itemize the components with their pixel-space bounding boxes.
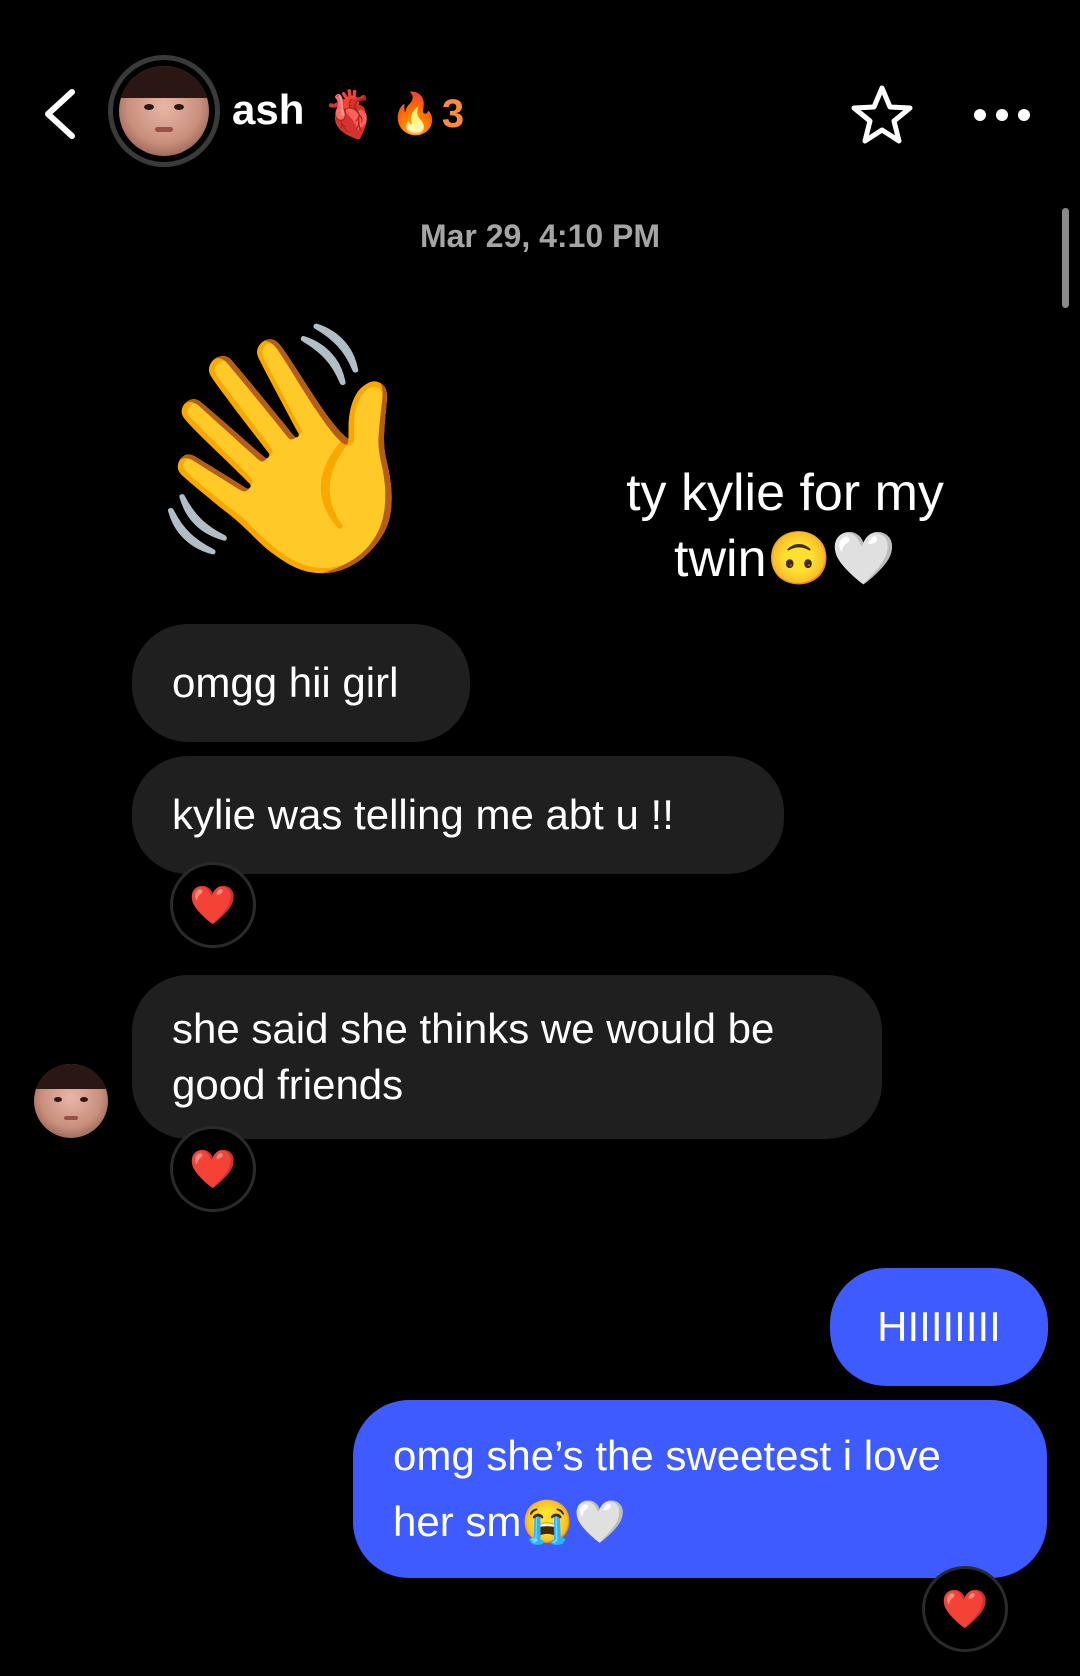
avatar-photo [119, 66, 209, 156]
streak-badge: 🔥 3 [390, 84, 464, 144]
message-bubble-incoming[interactable]: kylie was telling me abt u !! [132, 756, 784, 874]
chat-header: ash 🫀 🔥 3 [0, 0, 1080, 200]
waving-hand-sticker[interactable]: 👋 [116, 291, 452, 620]
contact-name[interactable]: ash [232, 86, 304, 134]
more-horizontal-icon [974, 109, 1030, 121]
fire-icon: 🔥 [390, 91, 440, 137]
message-bubble-incoming[interactable]: she said she thinks we would be good fri… [132, 975, 882, 1139]
chevron-left-icon [45, 89, 75, 139]
message-bubble-incoming[interactable]: omgg hii girl [132, 624, 470, 742]
message-bubble-outgoing[interactable]: omg she’s the sweetest i love her sm😭🤍 [353, 1400, 1047, 1578]
anatomical-heart-icon: 🫀 [322, 87, 380, 141]
sender-avatar[interactable] [34, 1064, 108, 1138]
heart-reaction[interactable]: ❤️ [170, 862, 256, 948]
streak-count: 3 [441, 91, 465, 136]
heart-reaction[interactable]: ❤️ [170, 1126, 256, 1212]
message-timestamp: Mar 29, 4:10 PM [419, 218, 661, 254]
more-options-button[interactable] [970, 95, 1034, 135]
message-bubble-outgoing[interactable]: HIIIIIIII [830, 1268, 1048, 1386]
back-button[interactable] [38, 84, 82, 144]
star-outline-icon [851, 85, 913, 144]
overlay-caption: ty kylie for my twin🙃🤍 [626, 464, 944, 588]
favorite-button[interactable] [848, 82, 916, 150]
contact-avatar[interactable] [108, 55, 220, 167]
heart-reaction[interactable]: ❤️ [922, 1566, 1008, 1652]
